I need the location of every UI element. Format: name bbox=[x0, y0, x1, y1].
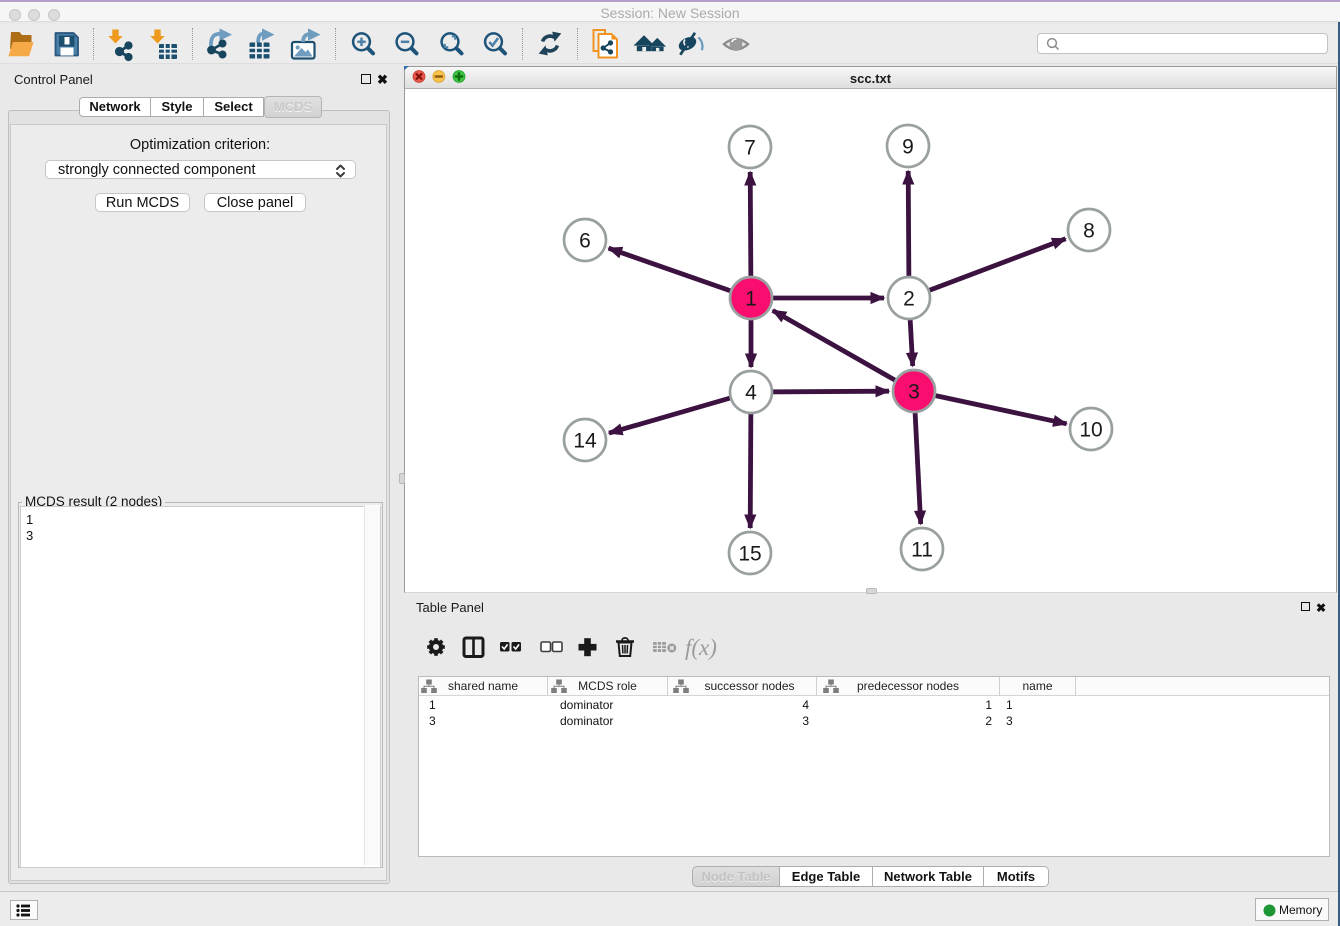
svg-text:10: 10 bbox=[1079, 419, 1102, 442]
svg-text:1: 1 bbox=[745, 288, 757, 311]
svg-text:6: 6 bbox=[579, 230, 591, 253]
svg-text:4: 4 bbox=[745, 382, 757, 405]
svg-text:11: 11 bbox=[911, 539, 933, 562]
svg-text:8: 8 bbox=[1083, 220, 1095, 243]
svg-text:15: 15 bbox=[738, 543, 761, 566]
svg-text:f(x): f(x) bbox=[685, 635, 717, 660]
svg-text:14: 14 bbox=[573, 430, 597, 453]
svg-text:9: 9 bbox=[902, 136, 914, 159]
svg-text:3: 3 bbox=[908, 381, 920, 404]
svg-text:2: 2 bbox=[903, 288, 915, 311]
svg-text:7: 7 bbox=[744, 137, 756, 160]
